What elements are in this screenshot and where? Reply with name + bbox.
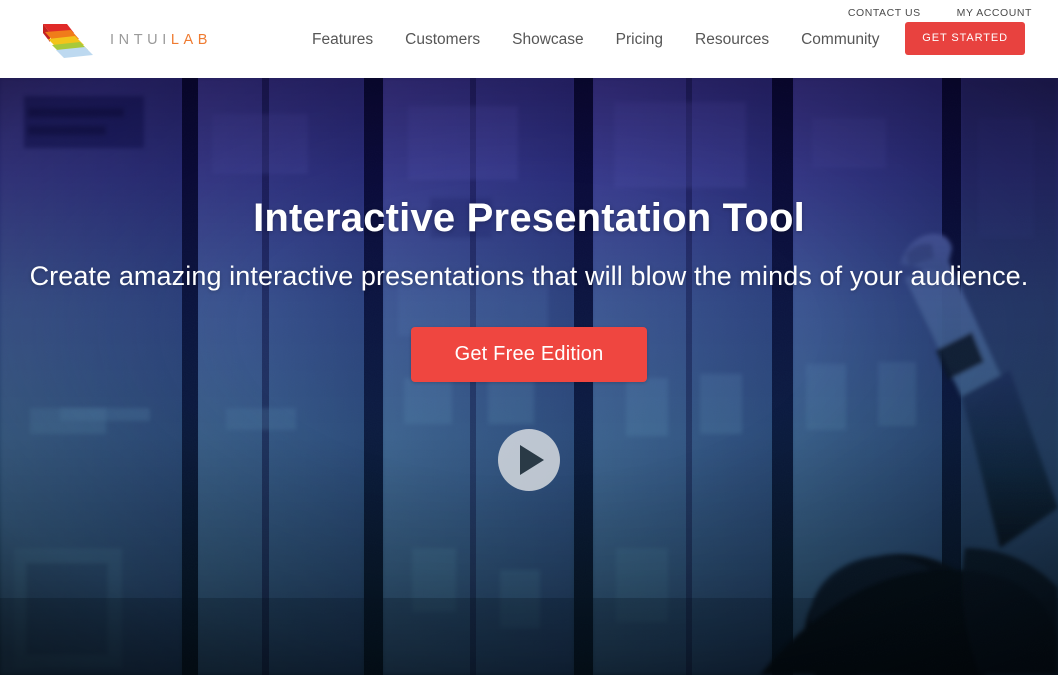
nav-item-features[interactable]: Features bbox=[296, 20, 389, 60]
get-started-button[interactable]: GET STARTED bbox=[905, 22, 1025, 55]
play-triangle-icon bbox=[520, 445, 544, 475]
logo-wordmark-intui: INTUI bbox=[110, 32, 171, 48]
header-inner: INTUILAB Features Customers Showcase Pri… bbox=[0, 18, 1058, 64]
nav-item-community[interactable]: Community bbox=[785, 20, 895, 60]
hero-subtitle: Create amazing interactive presentations… bbox=[30, 260, 1029, 292]
nav-item-resources[interactable]: Resources bbox=[679, 20, 785, 60]
site-logo[interactable]: INTUILAB bbox=[40, 18, 212, 62]
get-free-edition-button[interactable]: Get Free Edition bbox=[411, 327, 648, 382]
nav-item-customers[interactable]: Customers bbox=[389, 20, 496, 60]
video-play-button[interactable] bbox=[498, 429, 560, 491]
hero-section: Interactive Presentation Tool Create ama… bbox=[0, 78, 1058, 675]
nav-item-showcase[interactable]: Showcase bbox=[496, 20, 600, 60]
hero-title: Interactive Presentation Tool bbox=[253, 196, 805, 240]
stacked-layers-logo-icon bbox=[40, 20, 98, 60]
main-navigation: Features Customers Showcase Pricing Reso… bbox=[296, 20, 959, 60]
hero-content: Interactive Presentation Tool Create ama… bbox=[0, 78, 1058, 675]
logo-wordmark: INTUILAB bbox=[110, 33, 212, 48]
logo-wordmark-lab: LAB bbox=[171, 32, 212, 48]
site-header: CONTACT US MY ACCOUNT INTUILAB Features bbox=[0, 0, 1058, 78]
nav-item-pricing[interactable]: Pricing bbox=[600, 20, 679, 60]
